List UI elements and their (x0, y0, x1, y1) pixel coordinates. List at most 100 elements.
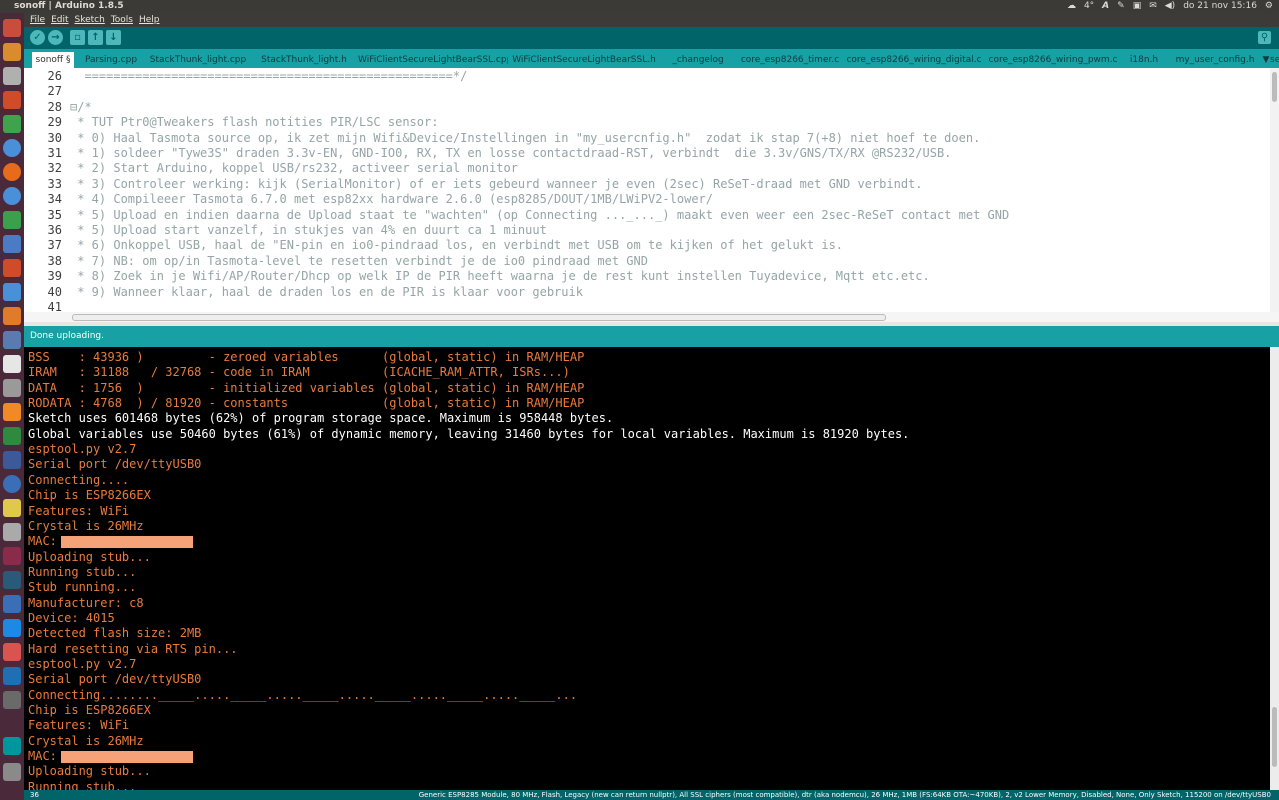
volume-icon[interactable]: ◀) (1165, 1, 1175, 11)
code-line[interactable]: 33 * 3) Controleer werking: kijk (Serial… (24, 177, 923, 192)
code-line[interactable]: 32 * 2) Start Arduino, koppel USB/rs232,… (24, 161, 518, 176)
code-text[interactable]: * 6) Onkoppel USB, haal de "EN-pin en io… (70, 238, 843, 252)
trash-icon[interactable] (3, 763, 21, 781)
app-purple-icon[interactable] (3, 547, 21, 565)
shield-icon[interactable] (3, 283, 21, 301)
menu-edit[interactable]: Edit (51, 15, 68, 25)
app-green-icon[interactable] (3, 115, 21, 133)
save-sketch-button[interactable]: ↓ (106, 30, 121, 45)
tools-icon[interactable] (3, 379, 21, 397)
edit-icon[interactable]: ✎ (1117, 1, 1125, 11)
code-line[interactable]: 40 * 9) Wanneer klaar, haal de draden lo… (24, 285, 583, 300)
files-icon[interactable] (3, 67, 21, 85)
code-text[interactable]: * TUT Ptr0@Tweakers flash notities PIR/L… (70, 115, 438, 129)
new-sketch-button[interactable]: ▫ (70, 30, 85, 45)
tab-changelog[interactable]: _changelog (660, 52, 736, 68)
datetime[interactable]: do 21 nov 15:16 (1183, 1, 1257, 11)
code-text[interactable]: * 0) Haal Tasmota source op, ik zet mijn… (70, 131, 980, 145)
app-dark-icon[interactable] (3, 451, 21, 469)
code-text[interactable]: * 5) Upload en indien daarna de Upload s… (70, 208, 1009, 222)
tab-wificlientsecurelightbearssl-h[interactable]: WiFiClientSecureLightBearSSL.h (512, 52, 656, 68)
code-line[interactable]: 38 * 7) NB: om op/in Tasmota-level te re… (24, 254, 648, 269)
presentation-icon[interactable] (3, 259, 21, 277)
tab-se[interactable]: se (1270, 52, 1279, 68)
tab-my-user-config-h[interactable]: my_user_config.h (1170, 52, 1260, 68)
menu-file[interactable]: File (30, 15, 45, 25)
code-text[interactable]: * 8) Zoek in je Wifi/AP/Router/Dhcp op w… (70, 269, 930, 283)
editor-horizontal-scrollbar[interactable] (24, 312, 1279, 322)
code-line[interactable]: 41 (24, 300, 70, 312)
firefox-icon[interactable] (3, 163, 21, 181)
screen-icon[interactable]: ▣ (1133, 1, 1142, 11)
console-output[interactable]: BSS : 43936 ) - zeroed variables (global… (24, 347, 1279, 790)
tab-parsing-cpp[interactable]: Parsing.cpp (78, 52, 144, 68)
editor-vertical-scrollbar[interactable] (1270, 68, 1279, 312)
app-orange-icon[interactable] (3, 307, 21, 325)
menu-sketch[interactable]: Sketch (75, 15, 105, 25)
app-red-icon[interactable] (3, 643, 21, 661)
amazon-icon[interactable] (3, 355, 21, 373)
tab-sonoff[interactable]: sonoff § (32, 52, 74, 68)
app-blue-icon[interactable] (3, 331, 21, 349)
vscode-icon[interactable] (3, 667, 21, 685)
upload-button[interactable]: → (48, 30, 63, 45)
tab-stackthunk-light-h[interactable]: StackThunk_light.h (254, 52, 354, 68)
code-line[interactable]: 34 * 4) Compileeer Tasmota 6.7.0 met esp… (24, 192, 713, 207)
app-yellow-icon[interactable] (3, 499, 21, 517)
verify-button[interactable]: ✓ (30, 30, 45, 45)
console-scroll-thumb[interactable] (1272, 707, 1277, 767)
weather-temp[interactable]: 4° (1084, 1, 1094, 11)
code-line[interactable]: 36 * 5) Upload start vanzelf, in stukjes… (24, 223, 547, 238)
vlc-icon[interactable] (3, 403, 21, 421)
serial-monitor-button[interactable]: ⚲ (1258, 31, 1271, 44)
terminal-icon[interactable] (3, 571, 21, 589)
tab-core-esp8266-wiring-digital[interactable]: core_esp8266_wiring_digital.c (846, 52, 982, 68)
browser-icon[interactable] (3, 139, 21, 157)
tab-core-esp8266-timer[interactable]: core_esp8266_timer.c (740, 52, 840, 68)
code-text[interactable]: * 2) Start Arduino, koppel USB/rs232, ac… (70, 161, 518, 175)
text-icon[interactable]: A (1102, 1, 1109, 11)
code-line[interactable]: 28 ⊟/* (24, 100, 92, 115)
code-line[interactable]: 27 (24, 84, 70, 99)
open-sketch-button[interactable]: ↑ (88, 30, 103, 45)
weather-icon[interactable]: ☁ (1067, 1, 1076, 11)
code-text[interactable]: * 4) Compileeer Tasmota 6.7.0 met esp82x… (70, 192, 713, 206)
editor-hscroll-thumb[interactable] (72, 314, 886, 321)
code-text[interactable]: * 7) NB: om op/in Tasmota-level te reset… (70, 254, 648, 268)
code-line[interactable]: 29 * TUT Ptr0@Tweakers flash notities PI… (24, 115, 439, 130)
app-blue2-icon[interactable] (3, 595, 21, 613)
arduino-icon[interactable] (3, 737, 21, 755)
app-gray-icon[interactable] (3, 523, 21, 541)
code-line[interactable]: 35 * 5) Upload en indien daarna de Uploa… (24, 208, 1010, 223)
app-x-icon[interactable] (3, 91, 21, 109)
calculator-icon[interactable] (3, 43, 21, 61)
tab-wificlientsecurelightbearssl-cpp[interactable]: WiFiClientSecureLightBearSSL.cpp (358, 52, 508, 68)
mail-icon[interactable]: ✉ (1149, 1, 1157, 11)
monitor-icon[interactable] (3, 427, 21, 445)
app-grey2-icon[interactable] (3, 691, 21, 709)
spreadsheet-icon[interactable] (3, 211, 21, 229)
code-line[interactable]: 37 * 6) Onkoppel USB, haal de "EN-pin en… (24, 238, 844, 253)
code-text[interactable]: ========================================… (70, 69, 467, 83)
code-text[interactable]: * 1) soldeer "Tywe3S" draden 3.3v-EN, GN… (70, 146, 951, 160)
console-scrollbar[interactable] (1270, 347, 1279, 790)
code-line[interactable]: 39 * 8) Zoek in je Wifi/AP/Router/Dhcp o… (24, 269, 930, 284)
app-circle-icon[interactable] (3, 475, 21, 493)
dash-icon[interactable] (3, 19, 21, 37)
tab-i18n-h[interactable]: i18n.h (1124, 52, 1164, 68)
editor-scroll-thumb[interactable] (1272, 72, 1277, 102)
chromium-icon[interactable] (3, 187, 21, 205)
code-text[interactable]: * 5) Upload start vanzelf, in stukjes va… (70, 223, 547, 237)
code-editor[interactable]: 26 =====================================… (24, 68, 1279, 312)
code-line[interactable]: 31 * 1) soldeer "Tywe3S" draden 3.3v-EN,… (24, 146, 952, 161)
app-sky-icon[interactable] (3, 619, 21, 637)
code-line[interactable]: 26 =====================================… (24, 69, 468, 84)
code-text[interactable]: ⊟/* (70, 100, 92, 114)
document-icon[interactable] (3, 235, 21, 253)
settings-icon[interactable]: ⚙ (1265, 1, 1273, 11)
code-text[interactable]: * 3) Controleer werking: kijk (SerialMon… (70, 177, 922, 191)
code-text[interactable]: * 9) Wanneer klaar, haal de draden los e… (70, 285, 583, 299)
code-line[interactable]: 30 * 0) Haal Tasmota source op, ik zet m… (24, 131, 981, 146)
tab-core-esp8266-wiring-pwm[interactable]: core_esp8266_wiring_pwm.c (986, 52, 1120, 68)
tab-stackthunk-light-cpp[interactable]: StackThunk_light.cpp (148, 52, 248, 68)
